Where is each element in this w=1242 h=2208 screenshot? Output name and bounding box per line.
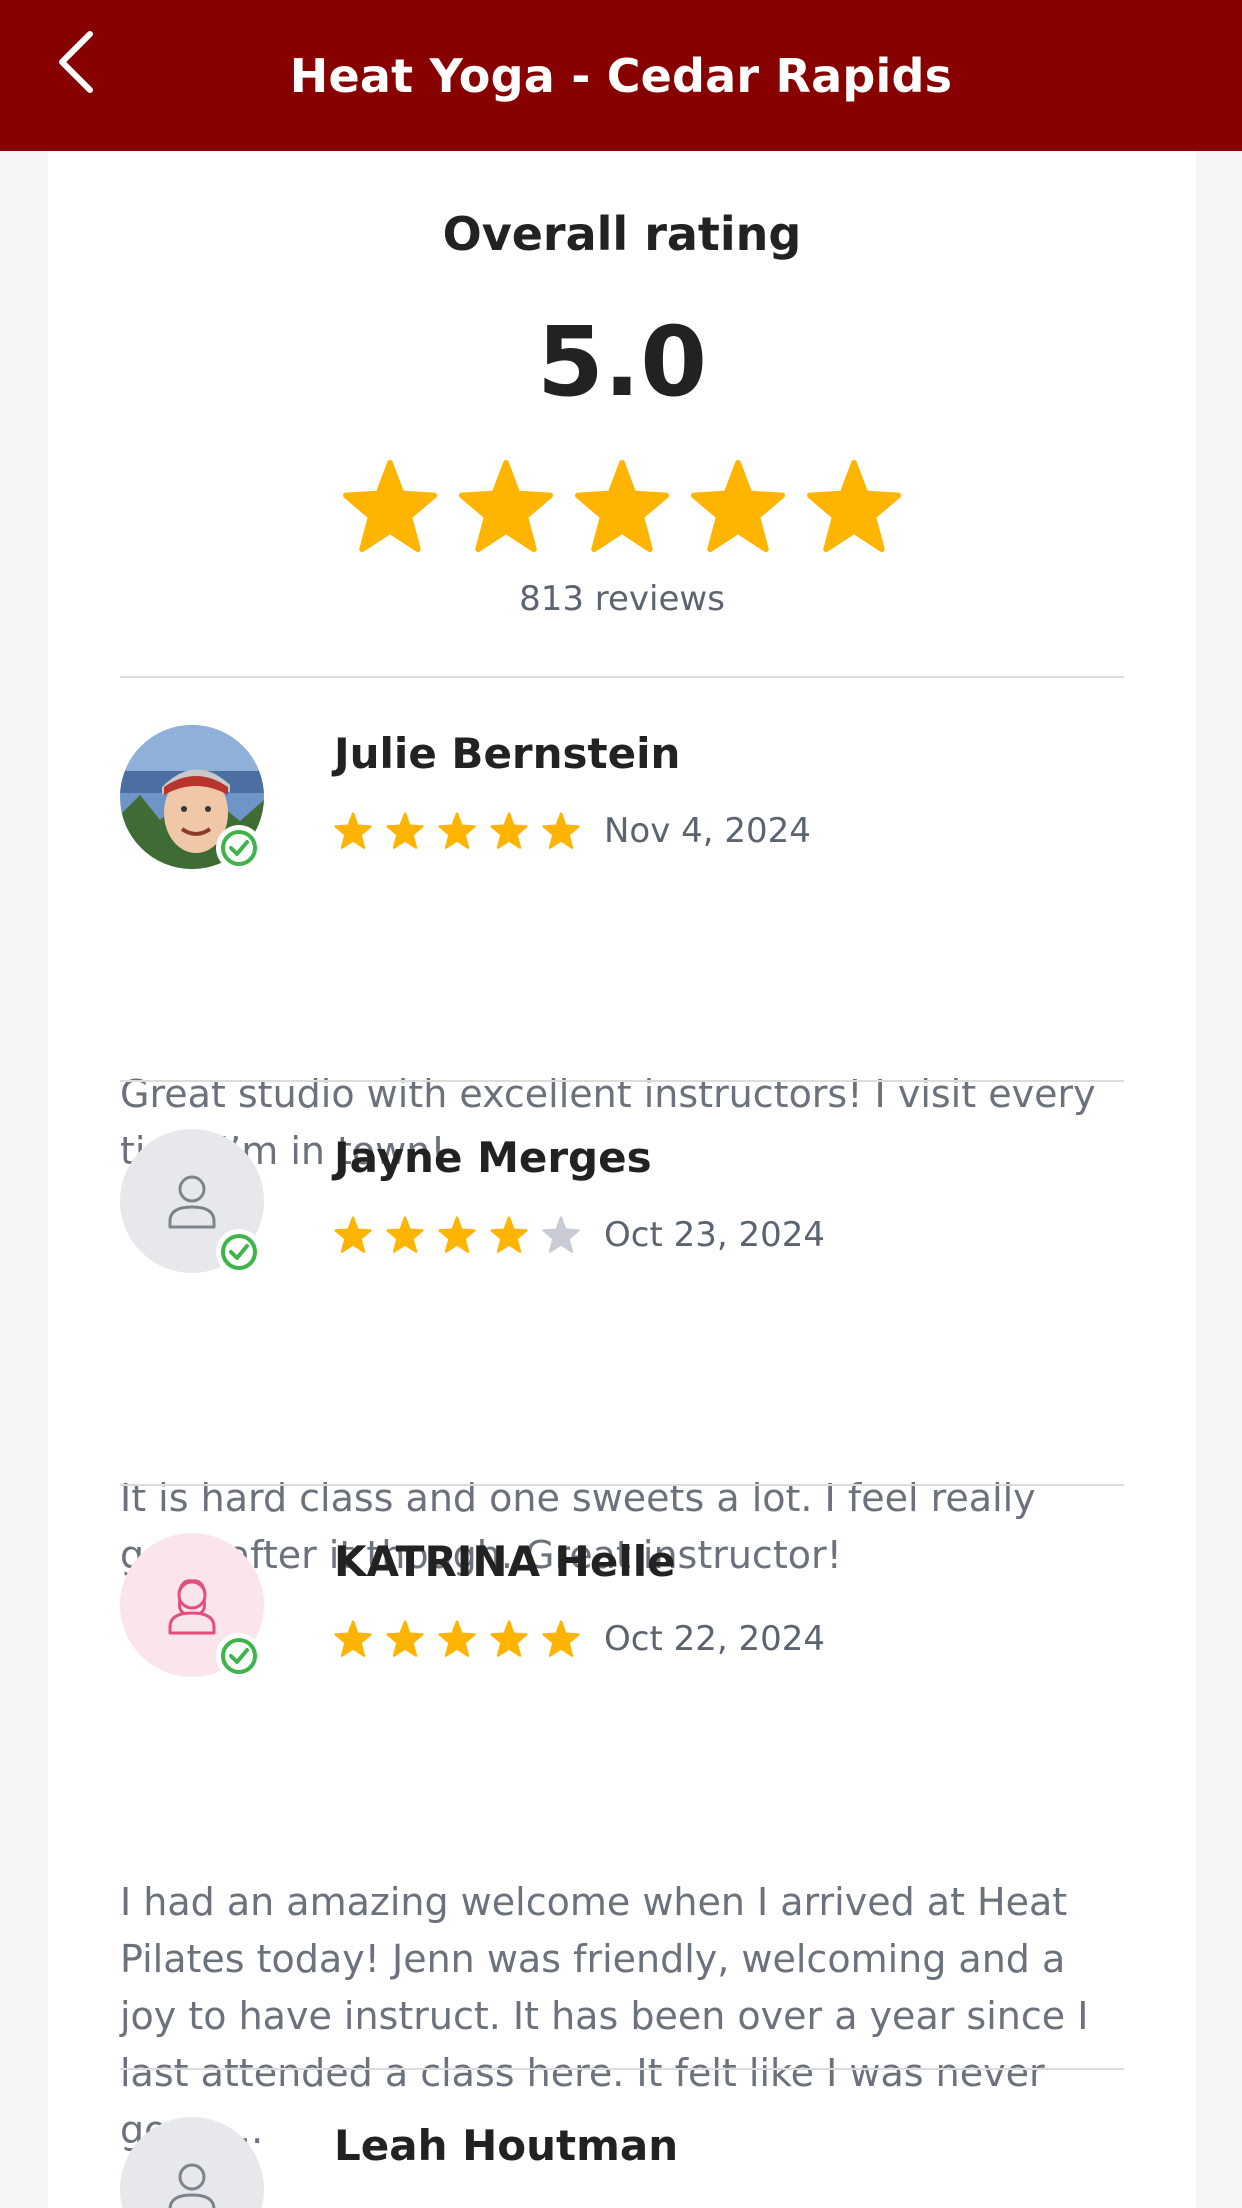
verified-badge-icon (216, 825, 262, 871)
reviewer-name: Julie Bernstein (334, 729, 681, 778)
review-item: Jayne Merges Oct 23, 2024 It is hard cla… (120, 1129, 1124, 1577)
review-date: Oct 22, 2024 (604, 1619, 825, 1659)
chevron-left-icon (59, 31, 93, 93)
overall-stars (48, 459, 1196, 555)
star-icon (438, 812, 476, 849)
overall-rating-value: 5.0 (536, 306, 708, 418)
star-icon (458, 459, 554, 553)
review-date: Nov 4, 2024 (604, 811, 811, 851)
page-title: Heat Yoga - Cedar Rapids (289, 48, 953, 103)
star-icon (542, 1620, 580, 1657)
star-icon (334, 1620, 372, 1657)
review-date: Oct 23, 2024 (604, 1215, 825, 1255)
star-icon (490, 812, 528, 849)
review-meta: Nov 4, 2024 (334, 809, 811, 853)
woman-icon (168, 1579, 216, 1635)
divider (120, 2068, 1124, 2070)
divider (120, 676, 1124, 678)
star-icon (334, 812, 372, 849)
star-icon (438, 1216, 476, 1253)
star-icon (806, 459, 902, 553)
review-item: Leah Houtman (120, 2117, 1124, 2208)
star-icon (542, 812, 580, 849)
star-icon (334, 1216, 372, 1253)
star-icon (438, 1620, 476, 1657)
back-button[interactable] (36, 22, 116, 102)
review-item: KATRINA Helle Oct 22, 2024 I had an amaz… (120, 1533, 1124, 2152)
star-icon (490, 1216, 528, 1253)
reviewer-name: KATRINA Helle (334, 1537, 676, 1586)
divider (120, 1484, 1124, 1486)
star-icon (690, 459, 786, 553)
star-icon (386, 812, 424, 849)
star-icon (490, 1620, 528, 1657)
reviews-card: Overall rating 5.0 813 reviews Julie Ber… (48, 151, 1196, 2208)
review-stars (334, 812, 580, 850)
person-icon (168, 1175, 216, 1229)
review-item: Julie Bernstein Nov 4, 2024 Great studio… (120, 725, 1124, 1173)
review-stars (334, 1620, 580, 1658)
reviewer-name: Leah Houtman (334, 2121, 679, 2170)
review-meta: Oct 23, 2024 (334, 1213, 825, 1257)
review-meta: Oct 22, 2024 (334, 1617, 825, 1661)
star-icon (386, 1216, 424, 1253)
verified-badge-icon (216, 1633, 262, 1679)
reviews-count: 813 reviews (519, 579, 725, 619)
star-icon (574, 459, 670, 553)
app-header: Heat Yoga - Cedar Rapids (0, 0, 1242, 151)
review-stars (334, 1216, 580, 1254)
star-icon (386, 1620, 424, 1657)
avatar (120, 2117, 264, 2208)
person-icon (168, 2163, 216, 2208)
overall-rating-title: Overall rating (442, 207, 802, 261)
star-icon (342, 459, 438, 553)
reviewer-name: Jayne Merges (334, 1133, 652, 1182)
divider (120, 1080, 1124, 1082)
star-icon (542, 1216, 580, 1253)
verified-badge-icon (216, 1229, 262, 1275)
